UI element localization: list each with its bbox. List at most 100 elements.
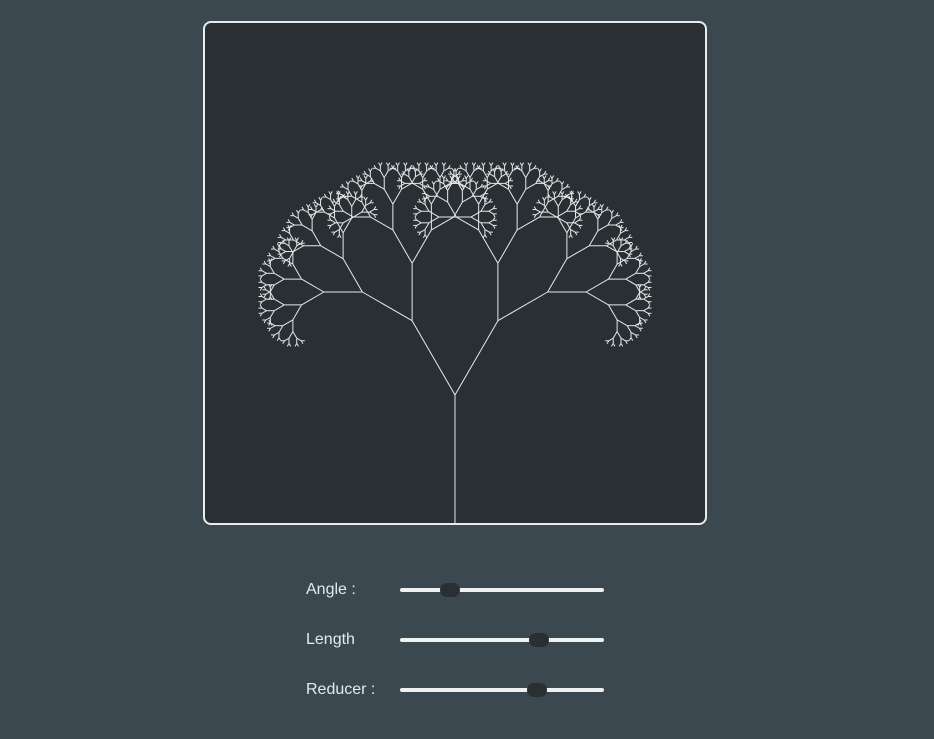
tree-branch bbox=[612, 331, 618, 339]
reducer-slider[interactable] bbox=[400, 680, 604, 700]
tree-branch bbox=[635, 310, 641, 318]
tree-branch bbox=[464, 175, 467, 179]
tree-branch bbox=[392, 188, 402, 205]
reducer-label: Reducer : bbox=[306, 681, 376, 698]
tree-branch bbox=[355, 175, 359, 179]
tree-branch bbox=[481, 162, 484, 166]
tree-branch bbox=[369, 211, 375, 216]
reducer-control: Reducer : bbox=[306, 680, 606, 700]
tree-branch bbox=[634, 325, 640, 329]
tree-branch bbox=[475, 186, 482, 190]
tree-branch bbox=[315, 202, 321, 206]
tree-branch bbox=[301, 224, 313, 232]
tree-branch bbox=[463, 162, 467, 166]
tree-branch bbox=[643, 281, 649, 286]
tree-branch bbox=[639, 263, 645, 268]
tree-branch bbox=[484, 229, 490, 233]
tree-branch bbox=[608, 304, 618, 321]
tree-branch bbox=[351, 199, 357, 207]
tree-branch bbox=[424, 162, 428, 166]
tree-branch bbox=[288, 331, 294, 339]
angle-slider[interactable] bbox=[400, 580, 604, 600]
tree-branch bbox=[480, 204, 486, 212]
tree-branch bbox=[289, 221, 295, 226]
tree-branch bbox=[585, 278, 609, 293]
tree-branch bbox=[643, 310, 649, 314]
tree-branch bbox=[378, 162, 381, 166]
tree-branch bbox=[471, 189, 477, 197]
length-slider[interactable] bbox=[400, 630, 604, 650]
tree-branch bbox=[296, 337, 302, 342]
tree-branch bbox=[625, 272, 637, 280]
tree-branch bbox=[338, 222, 344, 230]
tree-branch bbox=[620, 242, 626, 247]
tree-branch bbox=[383, 188, 394, 205]
tree-branch bbox=[303, 209, 309, 213]
tree-branch bbox=[489, 173, 495, 178]
tree-branch bbox=[293, 215, 299, 219]
tree-branch bbox=[301, 278, 325, 293]
tree-branch bbox=[527, 162, 531, 166]
tree-branch bbox=[330, 222, 336, 226]
tree-branch bbox=[574, 222, 580, 226]
reducer-slider-track[interactable] bbox=[400, 688, 604, 692]
tree-branch bbox=[424, 204, 430, 212]
tree-branch bbox=[265, 316, 271, 321]
tree-branch bbox=[542, 196, 545, 201]
angle-slider-thumb[interactable] bbox=[440, 583, 461, 597]
tree-branch bbox=[273, 278, 285, 286]
tree-branch bbox=[601, 209, 607, 213]
tree-branch bbox=[289, 263, 292, 267]
tree-branch bbox=[566, 204, 572, 212]
tree-branch bbox=[411, 229, 432, 264]
tree-branch bbox=[411, 176, 416, 184]
tree-branch bbox=[416, 162, 420, 166]
tree-branch bbox=[566, 245, 590, 260]
tree-branch bbox=[416, 210, 422, 215]
tree-branch bbox=[599, 204, 603, 208]
tree-branch bbox=[449, 175, 452, 179]
tree-branch bbox=[297, 218, 303, 226]
tree-branch bbox=[488, 222, 494, 226]
tree-branch bbox=[353, 191, 357, 195]
tree-branch bbox=[587, 196, 590, 201]
tree-branch bbox=[441, 175, 445, 179]
tree-branch bbox=[375, 167, 381, 172]
tree-branch bbox=[385, 162, 389, 166]
tree-branch bbox=[370, 216, 394, 231]
tree-branch bbox=[496, 176, 502, 184]
tree-branch bbox=[296, 343, 299, 347]
tree-branch bbox=[342, 258, 363, 293]
tree-branch bbox=[365, 202, 371, 206]
tree-branch bbox=[278, 325, 284, 333]
tree-branch bbox=[363, 196, 367, 201]
tree-branch bbox=[280, 251, 286, 255]
tree-branch bbox=[284, 230, 290, 234]
reducer-slider-thumb[interactable] bbox=[526, 683, 547, 697]
length-slider-track[interactable] bbox=[400, 638, 604, 642]
length-slider-thumb[interactable] bbox=[528, 633, 549, 647]
tree-branch bbox=[454, 320, 499, 396]
angle-slider-track[interactable] bbox=[400, 588, 604, 592]
tree-branch bbox=[480, 222, 486, 230]
tree-branch bbox=[566, 222, 572, 230]
tree-branch bbox=[547, 258, 568, 293]
tree-branch bbox=[313, 204, 317, 208]
tree-branch bbox=[439, 170, 445, 178]
tree-branch bbox=[585, 291, 609, 306]
tree-branch bbox=[611, 237, 614, 241]
tree-branch bbox=[607, 218, 613, 226]
tree-branch bbox=[510, 162, 513, 166]
tree-branch bbox=[625, 298, 637, 306]
tree-branch bbox=[559, 181, 563, 185]
tree-branch bbox=[542, 175, 545, 179]
tree-branch bbox=[624, 251, 630, 255]
tree-branch bbox=[609, 209, 613, 214]
tree-branch bbox=[330, 219, 336, 224]
tree-branch bbox=[269, 310, 275, 318]
tree-branch bbox=[474, 181, 477, 185]
tree-branch bbox=[353, 180, 359, 185]
tree-branch bbox=[535, 211, 541, 216]
tree-branch bbox=[525, 170, 531, 178]
tree-branch bbox=[320, 245, 344, 260]
